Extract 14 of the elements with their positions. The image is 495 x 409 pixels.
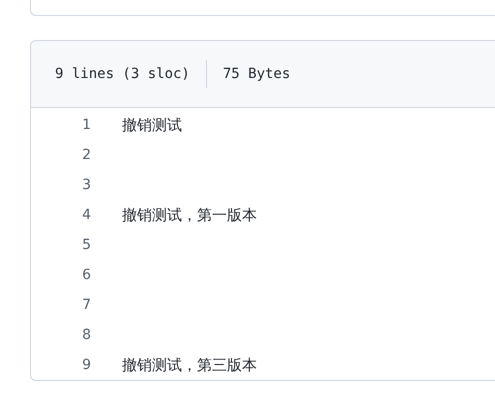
line-number: 2 <box>81 147 91 163</box>
code-line: 撤销测试 <box>122 116 182 134</box>
line-count: 9 lines (3 sloc) <box>55 66 190 82</box>
line-number: 6 <box>81 267 91 283</box>
line-number: 7 <box>81 297 91 313</box>
line-number: 9 <box>81 357 91 373</box>
line-number: 1 <box>81 117 91 133</box>
file-size: 75 Bytes <box>222 66 290 82</box>
line-number: 4 <box>81 207 91 223</box>
code-line: 撤销测试，第三版本 <box>122 356 257 374</box>
code-line: 撤销测试，第一版本 <box>122 206 257 224</box>
line-number: 5 <box>81 237 91 253</box>
line-number: 3 <box>81 177 91 193</box>
line-number: 8 <box>81 327 91 343</box>
